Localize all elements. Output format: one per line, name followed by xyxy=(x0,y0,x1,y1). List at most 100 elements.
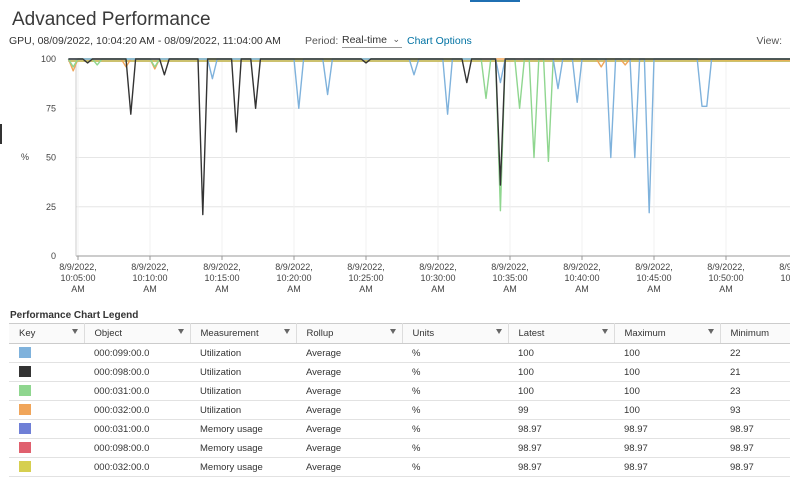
x-tick-label: 8/9/2022, xyxy=(707,262,745,272)
series-line xyxy=(68,58,790,214)
x-tick-label: AM xyxy=(215,284,229,294)
filter-icon[interactable] xyxy=(495,329,502,334)
latest-cell: 99 xyxy=(508,400,614,420)
maximum-cell: 100 xyxy=(614,343,720,363)
rollup-cell: Average xyxy=(296,400,402,420)
x-tick-label: AM xyxy=(647,284,661,294)
color-swatch xyxy=(19,423,31,435)
column-header-object[interactable]: Object xyxy=(84,323,191,344)
rollup-cell: Average xyxy=(296,419,402,439)
page-title: Advanced Performance xyxy=(12,9,211,30)
filter-icon[interactable] xyxy=(71,329,78,334)
object-cell: 000:031:00.0 xyxy=(84,381,190,401)
column-header-measurement[interactable]: Measurement xyxy=(190,323,297,344)
column-header-units[interactable]: Units xyxy=(402,323,509,344)
key-cell xyxy=(9,457,84,477)
view-label: View: xyxy=(756,35,783,47)
x-tick-label: 10:40:00 xyxy=(564,273,599,283)
chart-options-link[interactable]: Chart Options xyxy=(407,35,472,47)
table-row[interactable]: 000:031:00.0 Utilization Average% 100 100 23 xyxy=(9,381,790,401)
maximum-cell: 98.97 xyxy=(614,438,720,458)
color-swatch xyxy=(19,404,31,416)
x-tick-label: 8/9/2022, xyxy=(491,262,529,272)
y-tick-label: 25 xyxy=(46,202,56,212)
column-header-label: Object xyxy=(94,328,122,339)
column-header-key[interactable]: Key xyxy=(9,323,85,344)
object-cell: 000:098:00.0 xyxy=(84,362,190,382)
x-tick-label: 10:10:00 xyxy=(132,273,167,283)
x-tick-label: 8/9/2022, xyxy=(59,262,97,272)
table-row[interactable]: 000:032:00.0 Memory usage Average% 98.97 98.… xyxy=(9,457,790,477)
period-select[interactable]: Real-time ⌄ xyxy=(342,34,402,48)
y-tick-label: 0 xyxy=(51,251,56,261)
column-header-label: Units xyxy=(412,328,435,339)
x-tick-label: 10:15:00 xyxy=(204,273,239,283)
color-swatch xyxy=(19,461,31,473)
column-header-maximum[interactable]: Maximum xyxy=(614,323,721,344)
x-tick-label: 8/9/2022, xyxy=(203,262,241,272)
filter-icon[interactable] xyxy=(601,329,608,334)
latest-cell: 98.97 xyxy=(508,438,614,458)
color-swatch xyxy=(19,347,31,359)
table-row[interactable]: 000:098:00.0 Memory usage Average% 98.97 98.… xyxy=(9,438,790,458)
filter-icon[interactable] xyxy=(389,329,396,334)
minimum-cell: 22 xyxy=(720,343,790,363)
x-tick-label: 8/9/2022, xyxy=(779,262,790,272)
x-tick-label: 8/9/2022, xyxy=(347,262,385,272)
object-cell: 000:099:00.0 xyxy=(84,343,190,363)
x-tick-label: AM xyxy=(359,284,373,294)
minimum-cell: 21 xyxy=(720,362,790,382)
x-tick-label: AM xyxy=(71,284,85,294)
column-header-latest[interactable]: Latest xyxy=(508,323,615,344)
x-tick-label: 10:45:00 xyxy=(636,273,671,283)
object-cell: 000:032:00.0 xyxy=(84,400,190,420)
filter-icon[interactable] xyxy=(707,329,714,334)
y-tick-label: 50 xyxy=(46,153,56,163)
x-tick-label: 8/9/2022, xyxy=(419,262,457,272)
filter-icon[interactable] xyxy=(283,329,290,334)
x-tick-label: 10:35:00 xyxy=(492,273,527,283)
x-tick-label: AM xyxy=(503,284,517,294)
x-tick-label: 8/9/2022, xyxy=(131,262,169,272)
legend-rows: 000:099:00.0 Utilization Average% 100 100 22 0… xyxy=(9,343,790,477)
units-cell: % xyxy=(402,419,508,439)
column-header-rollup[interactable]: Rollup xyxy=(296,323,403,344)
units-cell: % xyxy=(402,362,508,382)
table-row[interactable]: 000:032:00.0 Utilization Average% 99 100 93 xyxy=(9,400,790,420)
x-tick-label: 10:55:00 xyxy=(780,273,790,283)
key-cell xyxy=(9,400,84,420)
series-line xyxy=(67,58,790,212)
key-cell xyxy=(9,438,84,458)
units-cell: % xyxy=(402,343,508,363)
minimum-cell: 98.97 xyxy=(720,419,790,439)
maximum-cell: 100 xyxy=(614,381,720,401)
x-tick-label: 10:25:00 xyxy=(348,273,383,283)
latest-cell: 100 xyxy=(508,362,614,382)
measurement-cell: Memory usage xyxy=(190,457,296,477)
table-row[interactable]: 000:098:00.0 Utilization Average% 100 100 21 xyxy=(9,362,790,382)
time-range-label: GPU, 08/09/2022, 10:04:20 AM - 08/09/202… xyxy=(9,35,281,47)
x-tick-label: AM xyxy=(287,284,301,294)
table-row[interactable]: 000:099:00.0 Utilization Average% 100 100 22 xyxy=(9,343,790,363)
y-tick-label: 100 xyxy=(41,54,56,64)
key-cell xyxy=(9,343,84,363)
rollup-cell: Average xyxy=(296,457,402,477)
period-label: Period: xyxy=(305,35,339,47)
legend-header-row: Key Object Measurement Rollup Units Latest Max… xyxy=(9,323,790,344)
column-header-label: Latest xyxy=(518,328,545,339)
rollup-cell: Average xyxy=(296,362,402,382)
period-select-value: Real-time xyxy=(342,34,387,46)
table-row[interactable]: 000:031:00.0 Memory usage Average% 98.97 98.… xyxy=(9,419,790,439)
measurement-cell: Utilization xyxy=(190,400,296,420)
minimum-cell: 23 xyxy=(720,381,790,401)
maximum-cell: 98.97 xyxy=(614,457,720,477)
filter-icon[interactable] xyxy=(177,329,184,334)
measurement-cell: Utilization xyxy=(190,343,296,363)
column-header-minimum[interactable]: Minimum xyxy=(720,323,790,344)
color-swatch xyxy=(19,442,31,454)
measurement-cell: Memory usage xyxy=(190,419,296,439)
minimum-cell: 98.97 xyxy=(720,457,790,477)
units-cell: % xyxy=(402,438,508,458)
x-tick-label: 8/9/2022, xyxy=(275,262,313,272)
units-cell: % xyxy=(402,400,508,420)
